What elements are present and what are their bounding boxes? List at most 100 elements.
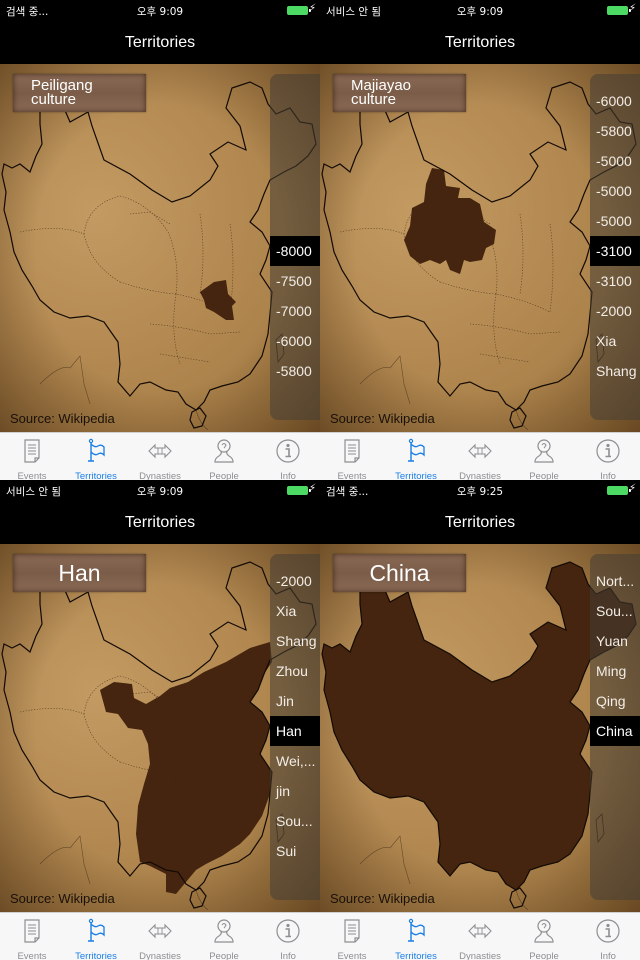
status-time: 오후 9:09: [136, 486, 184, 498]
era-picker[interactable]: Nort... Sou... Yuan Ming Qing China: [590, 554, 640, 900]
flag-icon: [403, 438, 429, 469]
era-picker-item[interactable]: Yuan: [590, 626, 640, 656]
tab-territories[interactable]: Territories: [384, 913, 448, 960]
tab-info[interactable]: Info: [576, 433, 640, 480]
source-caption: Source: Wikipedia: [10, 891, 115, 906]
era-picker-item-selected[interactable]: China: [590, 716, 640, 746]
territory-map[interactable]: Peiligang culture Source: Wikipedia -8000…: [0, 64, 320, 432]
era-picker[interactable]: -6000 -5800 -5000 -5000 -5000 -3100 -3100 -2000…: [590, 74, 640, 420]
person-icon: [211, 438, 237, 469]
era-picker-item[interactable]: Zhou: [270, 656, 320, 686]
tab-info[interactable]: Info: [256, 913, 320, 960]
province-borders: [19, 195, 241, 365]
tab-dynasties[interactable]: Dynasties: [128, 913, 192, 960]
era-picker-item[interactable]: -3100: [590, 266, 640, 296]
era-picker[interactable]: -8000 -7500 -7000 -6000 -5800: [270, 74, 320, 420]
tab-bar: Events Territories Dynasties People Info: [0, 912, 320, 960]
tab-territories[interactable]: Territories: [64, 913, 128, 960]
double-arrow-icon: [147, 918, 173, 949]
era-picker-item[interactable]: -5000: [590, 176, 640, 206]
tab-events[interactable]: Events: [0, 913, 64, 960]
tab-people[interactable]: People: [192, 433, 256, 480]
era-picker-item[interactable]: jin: [270, 776, 320, 806]
navigation-bar: Territories: [0, 22, 320, 64]
era-picker-item[interactable]: Shang: [590, 356, 640, 386]
era-picker-item[interactable]: Ming: [590, 656, 640, 686]
territory-map[interactable]: China Source: Wikipedia Nort... Sou... Yua…: [320, 544, 640, 912]
tab-label: Info: [600, 471, 616, 480]
info-icon: [595, 438, 621, 469]
era-picker-item[interactable]: Sui: [270, 836, 320, 866]
era-picker-item-selected[interactable]: Han: [270, 716, 320, 746]
era-label-line: culture: [351, 91, 397, 108]
hainan-island: [189, 887, 207, 909]
tab-people[interactable]: People: [512, 913, 576, 960]
tab-label: People: [529, 471, 559, 480]
tab-dynasties[interactable]: Dynasties: [448, 913, 512, 960]
tab-info[interactable]: Info: [576, 913, 640, 960]
document-icon: [19, 438, 45, 469]
era-picker-item[interactable]: -5800: [590, 116, 640, 146]
tab-dynasties[interactable]: Dynasties: [448, 433, 512, 480]
battery-icon: [287, 6, 311, 15]
tab-territories[interactable]: Territories: [384, 433, 448, 480]
era-picker-item[interactable]: -5000: [590, 206, 640, 236]
tab-info[interactable]: Info: [256, 433, 320, 480]
era-picker[interactable]: -2000 Xia Shang Zhou Jin Han Wei,... jin Sou... S…: [270, 554, 320, 900]
charging-icon: ⚡︎: [628, 483, 636, 494]
person-icon: [531, 918, 557, 949]
era-label-text: Peiligang culture: [13, 78, 146, 108]
tab-label: Territories: [395, 951, 437, 960]
era-picker-item[interactable]: Sou...: [590, 596, 640, 626]
tab-people[interactable]: People: [512, 433, 576, 480]
era-picker-item[interactable]: -7000: [270, 296, 320, 326]
era-picker-item[interactable]: -6000: [590, 86, 640, 116]
territory-map[interactable]: Majiayao culture Source: Wikipedia -6000-…: [320, 64, 640, 432]
tab-label: Dynasties: [139, 951, 181, 960]
source-caption: Source: Wikipedia: [330, 891, 435, 906]
hainan-island: [509, 887, 527, 909]
era-picker-item-selected[interactable]: -8000: [270, 236, 320, 266]
tab-label: Dynasties: [459, 951, 501, 960]
era-picker-item[interactable]: Sou...: [270, 806, 320, 836]
tab-people[interactable]: People: [192, 913, 256, 960]
era-picker-item[interactable]: -5800: [270, 356, 320, 386]
flag-icon: [403, 918, 429, 949]
document-icon: [339, 918, 365, 949]
era-picker-item[interactable]: -2000: [270, 566, 320, 596]
era-picker-item[interactable]: Jin: [270, 686, 320, 716]
source-caption: Source: Wikipedia: [10, 411, 115, 426]
country-border: [1, 81, 317, 411]
era-picker-item[interactable]: Xia: [590, 326, 640, 356]
era-picker-item[interactable]: Qing: [590, 686, 640, 716]
status-bar: 검색 중... 오후 9:25 ⚡︎: [320, 480, 640, 502]
tab-label: Territories: [75, 471, 117, 480]
tab-bar: Events Territories Dynasties People Info: [320, 432, 640, 480]
era-label: Majiayao culture: [333, 74, 466, 112]
era-picker-item[interactable]: Shang: [270, 626, 320, 656]
era-picker-item[interactable]: -2000: [590, 296, 640, 326]
tab-label: Events: [337, 471, 367, 480]
era-label-text: Han: [58, 559, 101, 586]
era-label-line: culture: [31, 91, 77, 108]
era-picker-item[interactable]: -7500: [270, 266, 320, 296]
status-bar: 서비스 안 됨 오후 9:09 ⚡︎: [0, 480, 320, 502]
tab-label: Events: [17, 951, 47, 960]
era-picker-item[interactable]: -6000: [270, 326, 320, 356]
charging-icon: ⚡︎: [308, 483, 316, 494]
tab-dynasties[interactable]: Dynasties: [128, 433, 192, 480]
person-icon: [211, 918, 237, 949]
tab-events[interactable]: Events: [0, 433, 64, 480]
era-picker-item[interactable]: Xia: [270, 596, 320, 626]
era-picker-item[interactable]: -5000: [590, 146, 640, 176]
tab-territories[interactable]: Territories: [64, 433, 128, 480]
era-label: China: [333, 554, 466, 592]
era-picker-item[interactable]: Nort...: [590, 566, 640, 596]
double-arrow-icon: [467, 918, 493, 949]
tab-events[interactable]: Events: [320, 433, 384, 480]
era-picker-item[interactable]: Wei,...: [270, 746, 320, 776]
tab-label: Territories: [75, 951, 117, 960]
era-picker-item-selected[interactable]: -3100: [590, 236, 640, 266]
tab-events[interactable]: Events: [320, 913, 384, 960]
territory-map[interactable]: Han Source: Wikipedia -2000 Xia Shang Zhou J…: [0, 544, 320, 912]
